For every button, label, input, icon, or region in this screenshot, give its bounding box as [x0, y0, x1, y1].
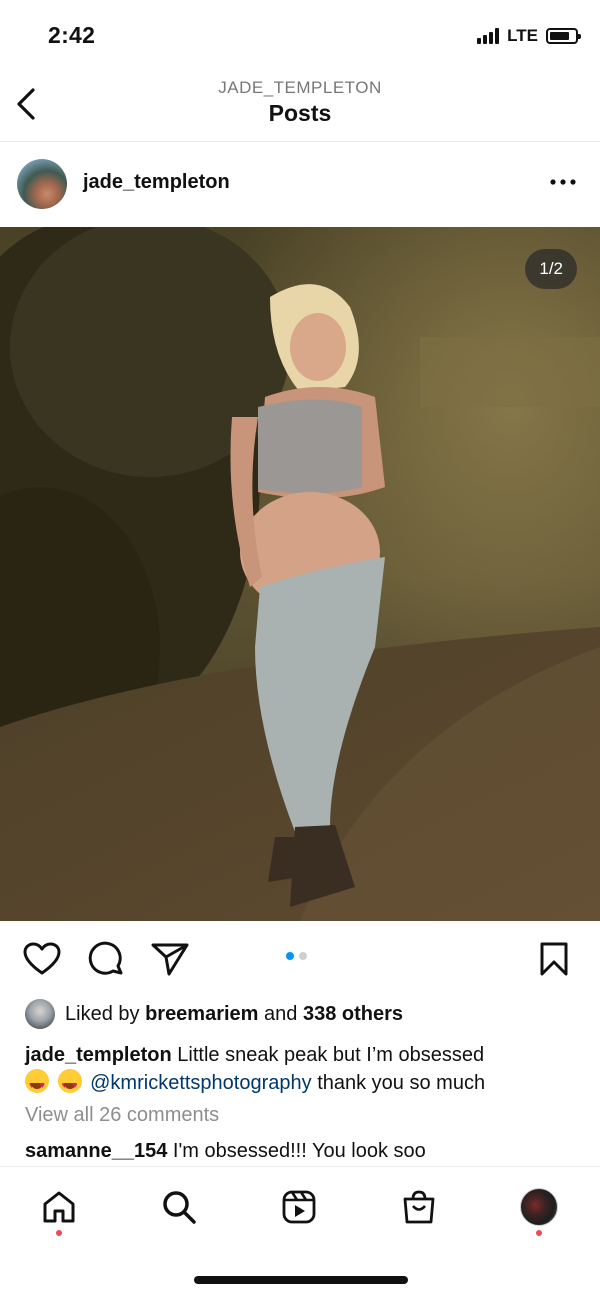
- carousel-dot-active: [286, 952, 294, 960]
- likes-text: Liked by breemariem and 338 others: [65, 1003, 403, 1026]
- shop-icon[interactable]: [397, 1185, 441, 1229]
- status-time: 2:42: [48, 22, 96, 48]
- heart-eyes-emoji-icon: [25, 1069, 49, 1099]
- reels-icon[interactable]: [277, 1185, 321, 1229]
- caption-mention[interactable]: @kmrickettsphotography: [90, 1072, 312, 1094]
- search-icon[interactable]: [157, 1185, 201, 1229]
- network-label: LTE: [507, 26, 538, 45]
- avatar[interactable]: [17, 159, 67, 209]
- carousel-indicator: [286, 952, 307, 960]
- profile-tab[interactable]: [517, 1185, 561, 1229]
- caption-username[interactable]: jade_templeton: [25, 1044, 172, 1066]
- media-counter: 1/2: [525, 249, 577, 289]
- home-notification-dot: [56, 1230, 62, 1236]
- comment-username[interactable]: samanne__154: [25, 1140, 167, 1162]
- liker-username[interactable]: breemariem: [145, 1003, 258, 1025]
- battery-icon: [546, 28, 581, 44]
- status-indicators: LTE: [477, 26, 581, 46]
- posts-header: JADE_TEMPLETON Posts: [0, 70, 600, 142]
- likes-row[interactable]: Liked by breemariem and 338 others: [25, 998, 403, 1030]
- view-all-comments[interactable]: View all 26 comments: [25, 1104, 219, 1127]
- heart-eyes-emoji-icon: [57, 1069, 82, 1099]
- comment-icon[interactable]: [86, 939, 126, 979]
- more-icon[interactable]: [548, 170, 578, 194]
- post-photo[interactable]: 1/2: [0, 227, 600, 921]
- status-bar: 2:42 LTE: [0, 0, 600, 70]
- avatar: [520, 1188, 558, 1226]
- home-icon[interactable]: [37, 1185, 81, 1229]
- comment-text: I'm obsessed!!! You look soo: [172, 1140, 426, 1162]
- heart-icon[interactable]: [22, 939, 62, 979]
- photo-scene: [0, 227, 600, 921]
- signal-icon: [477, 28, 500, 44]
- post-header: jade_templeton: [0, 142, 600, 227]
- caption-suffix: thank you so much: [317, 1072, 486, 1094]
- post-username[interactable]: jade_templeton: [83, 171, 230, 194]
- caption: jade_templeton Little sneak peak but I’m…: [25, 1042, 585, 1099]
- likes-count[interactable]: 338 others: [303, 1003, 403, 1025]
- profile-notification-dot: [536, 1230, 542, 1236]
- header-username: JADE_TEMPLETON: [218, 78, 382, 97]
- home-indicator: [194, 1276, 408, 1284]
- caption-text: Little sneak peak but I’m obsessed: [177, 1044, 485, 1066]
- share-icon[interactable]: [150, 939, 190, 979]
- comment-preview: samanne__154 I'm obsessed!!! You look so…: [25, 1140, 585, 1166]
- liker-avatar: [25, 999, 55, 1029]
- bookmark-icon[interactable]: [534, 939, 574, 979]
- likes-prefix: Liked by: [65, 1002, 140, 1025]
- page-title: Posts: [268, 100, 332, 126]
- carousel-dot: [299, 952, 307, 960]
- likes-and: and: [264, 1002, 298, 1025]
